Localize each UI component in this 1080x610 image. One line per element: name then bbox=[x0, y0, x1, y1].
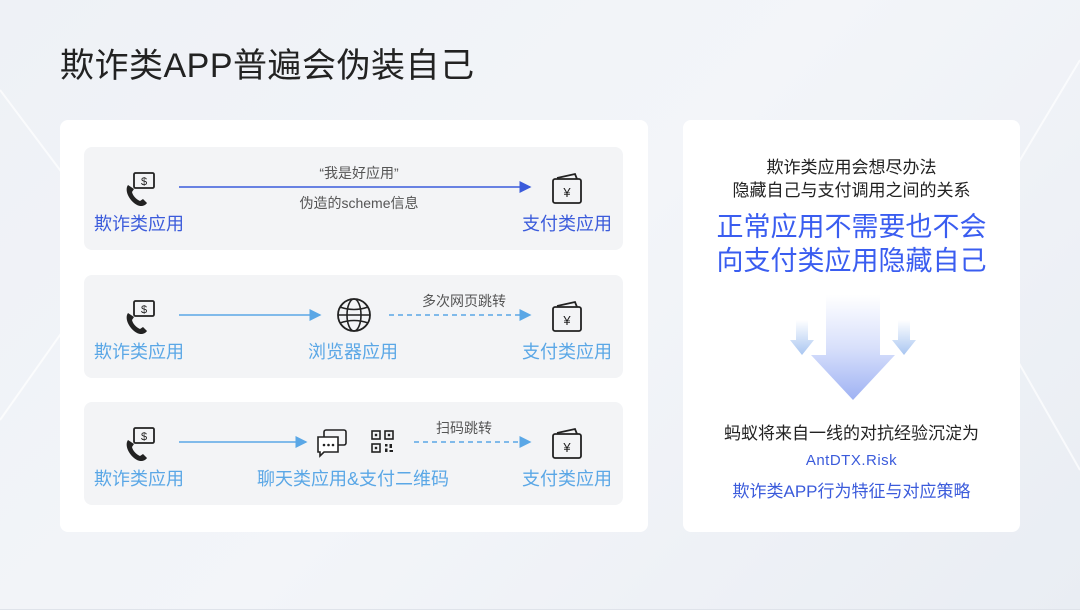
svg-text:¥: ¥ bbox=[562, 440, 571, 455]
flow-row-browser: $ ¥ 多次网页跳转 欺诈类应用 浏览器应用 支付类应用 bbox=[84, 275, 623, 378]
phone-with-money-icon: $ bbox=[126, 427, 155, 462]
arrow-top-label: “我是好应用” bbox=[319, 165, 399, 181]
source-label: 欺诈类应用 bbox=[94, 342, 184, 362]
svg-text:$: $ bbox=[141, 304, 147, 316]
intro-line-2: 隐藏自己与支付调用之间的关系 bbox=[732, 181, 971, 200]
flow-diagram-card: $ ¥ “我是好应用” 伪造的scheme信息 欺诈类应用 支付类应用 $ ¥ … bbox=[60, 120, 648, 532]
phone-with-money-icon: $ bbox=[126, 172, 155, 207]
svg-text:$: $ bbox=[141, 431, 147, 443]
big-arrow bbox=[811, 295, 895, 400]
target-label: 支付类应用 bbox=[522, 214, 612, 234]
emphasis-text: 正常应用不需要也不会 向支付类应用隐藏自己 bbox=[683, 210, 1020, 278]
arrow-label: 扫码跳转 bbox=[436, 420, 492, 436]
product-code: AntDTX.Risk bbox=[805, 452, 898, 469]
middle-label: 聊天类应用&支付二维码 bbox=[257, 469, 450, 489]
down-arrow-icon bbox=[790, 295, 916, 400]
emphasis-line-1: 正常应用不需要也不会 bbox=[716, 212, 987, 242]
target-label: 支付类应用 bbox=[522, 469, 612, 489]
wallet-yen-icon: ¥ bbox=[552, 427, 582, 459]
svg-text:¥: ¥ bbox=[562, 185, 571, 200]
intro-line-1: 欺诈类应用会想尽办法 bbox=[766, 158, 937, 177]
arrow-bottom-label: 伪造的scheme信息 bbox=[299, 195, 419, 211]
arrow-label: 多次网页跳转 bbox=[422, 293, 506, 309]
svg-text:¥: ¥ bbox=[562, 313, 571, 328]
source-label: 欺诈类应用 bbox=[94, 469, 184, 489]
emphasis-line-2: 向支付类应用隐藏自己 bbox=[716, 246, 987, 276]
source-label: 欺诈类应用 bbox=[94, 214, 184, 234]
page-title: 欺诈类APP普遍会伪装自己 bbox=[60, 47, 475, 85]
small-arrow-left bbox=[790, 320, 814, 355]
wallet-yen-icon: ¥ bbox=[552, 172, 582, 204]
chat-bubbles-icon bbox=[317, 429, 347, 458]
summary-card: 欺诈类应用会想尽办法 隐藏自己与支付调用之间的关系 正常应用不需要也不会 向支付… bbox=[683, 120, 1020, 532]
flow-row-direct: $ ¥ “我是好应用” 伪造的scheme信息 欺诈类应用 支付类应用 bbox=[84, 147, 623, 250]
flow-row-chat-qr: $ ¥ 扫码跳转 欺诈类应用 聊天类应用&支付二维码 支付类应用 bbox=[84, 402, 623, 505]
strategy-text: 欺诈类APP行为特征与对应策略 bbox=[732, 482, 971, 501]
conclusion-text: 蚂蚁将来自一线的对抗经验沉淀为 bbox=[724, 424, 979, 443]
svg-text:$: $ bbox=[141, 176, 147, 188]
intro-text: 欺诈类应用会想尽办法 隐藏自己与支付调用之间的关系 bbox=[683, 156, 1020, 202]
small-arrow-right bbox=[892, 320, 916, 355]
middle-label: 浏览器应用 bbox=[308, 342, 398, 362]
wallet-yen-icon: ¥ bbox=[552, 300, 582, 332]
globe-icon bbox=[337, 298, 371, 332]
target-label: 支付类应用 bbox=[522, 342, 612, 362]
phone-with-money-icon: $ bbox=[126, 300, 155, 335]
qr-code-icon bbox=[371, 430, 394, 453]
